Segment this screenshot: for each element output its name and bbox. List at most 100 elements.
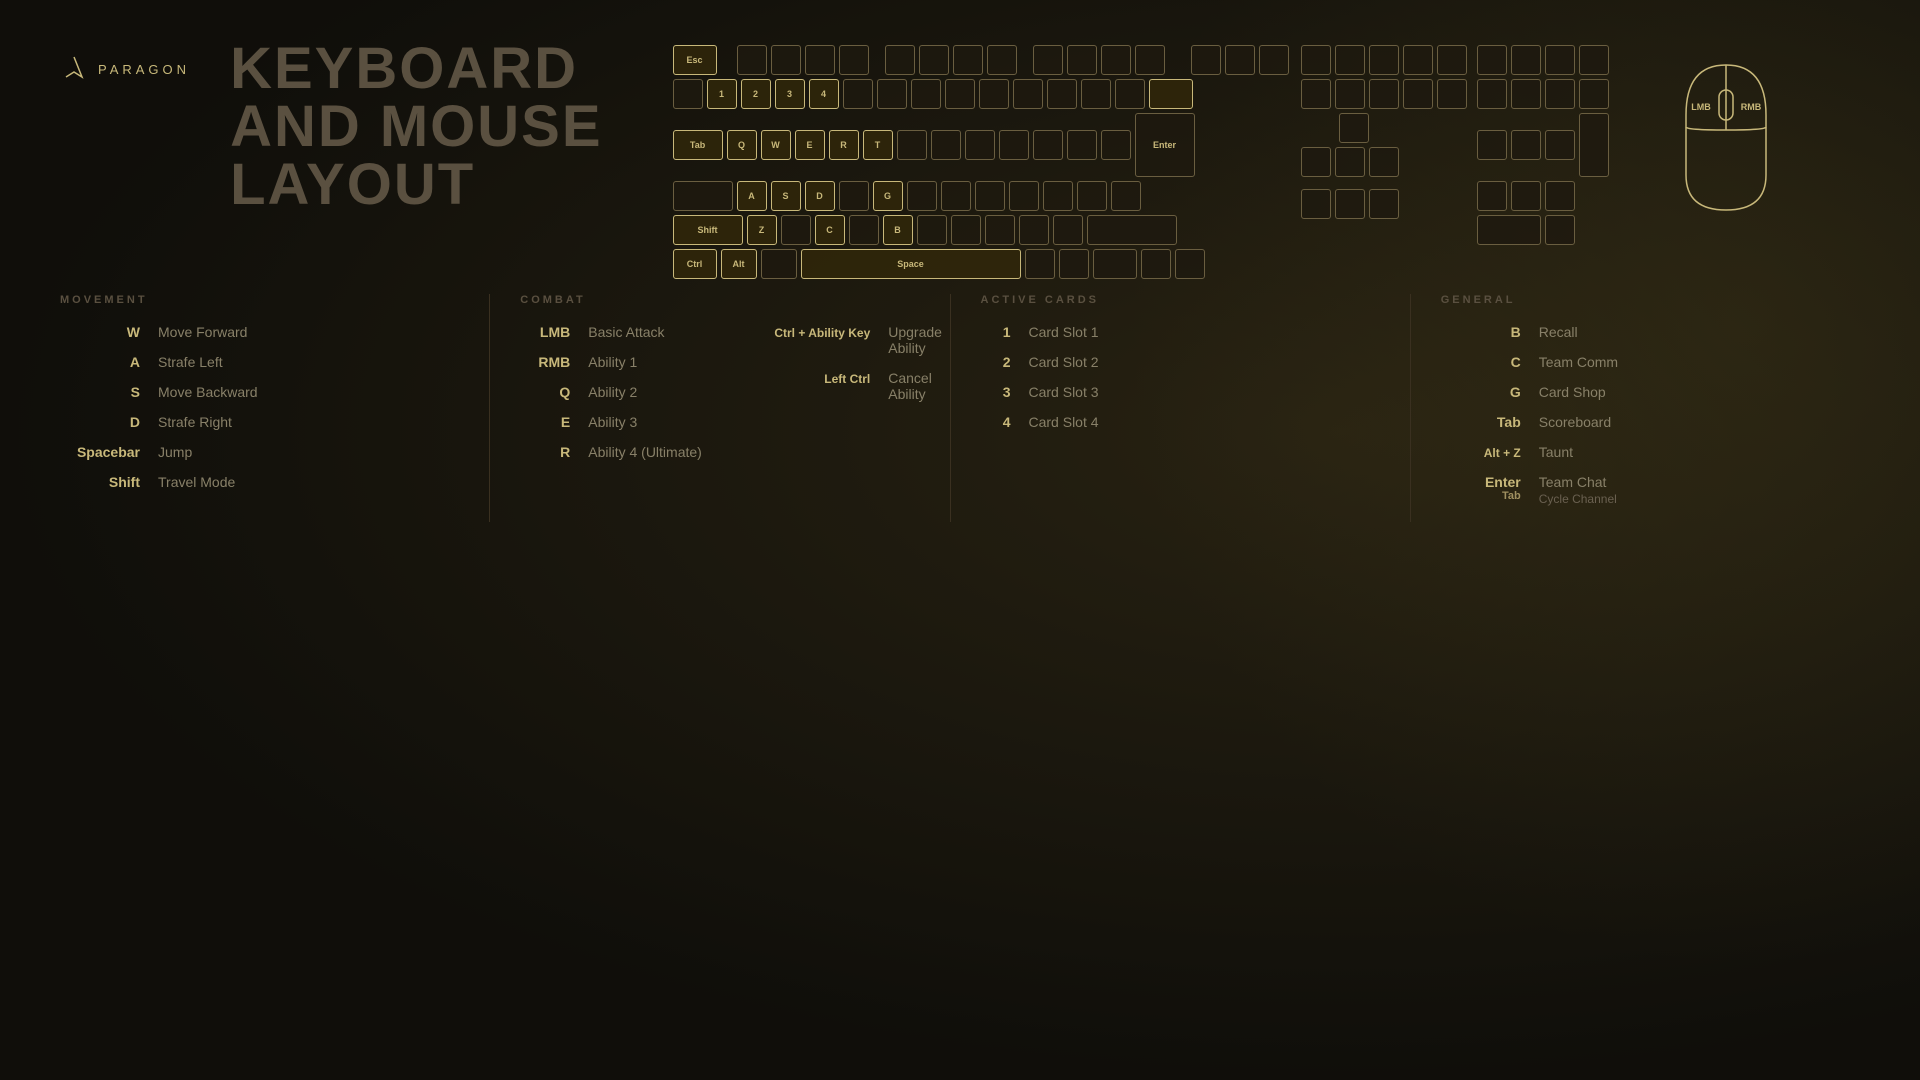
active-cards-title: ACTIVE CARDS (981, 294, 1380, 306)
general-title: GENERAL (1441, 294, 1840, 306)
binding-row: D Strafe Right (60, 414, 459, 430)
key-shift: Shift (673, 215, 743, 245)
binding-key-secondary: Tab (1441, 490, 1521, 502)
key-backspace (1149, 79, 1193, 109)
active-cards-section: ACTIVE CARDS 1 Card Slot 1 2 Card Slot 2… (961, 294, 1400, 522)
key-b: B (883, 215, 913, 245)
binding-action: Card Slot 3 (1029, 384, 1099, 400)
key-z: Z (747, 215, 777, 245)
binding-key: Ctrl + Ability Key (740, 326, 870, 340)
binding-row: S Move Backward (60, 384, 459, 400)
movement-section: MOVEMENT W Move Forward A Strafe Left S … (60, 294, 479, 522)
binding-key: G (1441, 384, 1521, 400)
binding-action: Card Slot 1 (1029, 324, 1099, 340)
key-t: T (863, 130, 893, 160)
binding-row: 3 Card Slot 3 (981, 384, 1380, 400)
key-d: D (805, 181, 835, 211)
binding-action: Basic Attack (588, 324, 664, 340)
key-alt: Alt (721, 249, 757, 279)
key-esc: Esc (673, 45, 717, 75)
binding-action: Ability 1 (588, 354, 637, 370)
key-4: 4 (809, 79, 839, 109)
binding-key: D (60, 414, 140, 430)
binding-key: 4 (981, 414, 1011, 430)
binding-action: Move Backward (158, 384, 258, 400)
binding-row: Spacebar Jump (60, 444, 459, 460)
svg-text:LMB: LMB (1691, 102, 1711, 112)
keyboard-diagram: Esc (673, 45, 1289, 279)
key-space: Space (801, 249, 1021, 279)
key-w: W (761, 130, 791, 160)
key-a: A (737, 181, 767, 211)
binding-action: Move Forward (158, 324, 247, 340)
binding-action: Scoreboard (1539, 414, 1611, 430)
binding-key: E (520, 414, 570, 430)
binding-action: Upgrade Ability (888, 324, 970, 356)
combat-section: COMBAT LMB Basic Attack RMB Ability 1 Q … (500, 294, 939, 522)
binding-key: C (1441, 354, 1521, 370)
binding-action: Cancel Ability (888, 370, 970, 402)
binding-row: Q Ability 2 (520, 384, 710, 400)
page-title: KEYBOARDAND MOUSELAYOUT (230, 40, 602, 214)
binding-action: Card Slot 4 (1029, 414, 1099, 430)
binding-action: Team Comm (1539, 354, 1618, 370)
binding-action-secondary: Cycle Channel (1539, 492, 1617, 506)
binding-key: Tab (1441, 414, 1521, 430)
binding-row: Alt + Z Taunt (1441, 444, 1840, 460)
logo-text: PARAGON (98, 62, 190, 77)
binding-row: A Strafe Left (60, 354, 459, 370)
binding-row: C Team Comm (1441, 354, 1840, 370)
binding-key: Q (520, 384, 570, 400)
binding-action: Ability 3 (588, 414, 637, 430)
binding-action: Card Slot 2 (1029, 354, 1099, 370)
binding-row: Tab Scoreboard (1441, 414, 1840, 430)
combat-title: COMBAT (520, 294, 919, 306)
binding-row: Shift Travel Mode (60, 474, 459, 490)
section-divider (950, 294, 951, 522)
key-tab: Tab (673, 130, 723, 160)
binding-row: Ctrl + Ability Key Upgrade Ability (740, 324, 970, 356)
binding-row: RMB Ability 1 (520, 354, 710, 370)
binding-key: W (60, 324, 140, 340)
binding-action: Strafe Right (158, 414, 232, 430)
binding-action-primary: Team Chat (1539, 474, 1617, 490)
binding-key: RMB (520, 354, 570, 370)
movement-title: MOVEMENT (60, 294, 459, 306)
key-3: 3 (775, 79, 805, 109)
paragon-logo-icon (60, 55, 88, 83)
binding-key: S (60, 384, 140, 400)
key-q: Q (727, 130, 757, 160)
binding-key: R (520, 444, 570, 460)
binding-key: 3 (981, 384, 1011, 400)
section-divider (1410, 294, 1411, 522)
binding-key: LMB (520, 324, 570, 340)
binding-key: Shift (60, 474, 140, 490)
binding-action: Card Shop (1539, 384, 1606, 400)
section-divider (489, 294, 490, 522)
key-r: R (829, 130, 859, 160)
key-g: G (873, 181, 903, 211)
binding-row: LMB Basic Attack (520, 324, 710, 340)
key-enter: Enter (1135, 113, 1195, 177)
binding-row: 1 Card Slot 1 (981, 324, 1380, 340)
general-section: GENERAL B Recall C Team Comm G Card Shop… (1421, 294, 1860, 522)
key-ctrl: Ctrl (673, 249, 717, 279)
binding-row: G Card Shop (1441, 384, 1840, 400)
key-1: 1 (707, 79, 737, 109)
binding-key: 2 (981, 354, 1011, 370)
binding-key: Left Ctrl (740, 372, 870, 386)
binding-key: 1 (981, 324, 1011, 340)
key-s: S (771, 181, 801, 211)
binding-key: Spacebar (60, 444, 140, 460)
binding-key: Alt + Z (1441, 446, 1521, 460)
binding-row: W Move Forward (60, 324, 459, 340)
binding-key: A (60, 354, 140, 370)
binding-action: Ability 2 (588, 384, 637, 400)
binding-row: 4 Card Slot 4 (981, 414, 1380, 430)
binding-action: Jump (158, 444, 192, 460)
logo: PARAGON (60, 55, 190, 83)
key-e: E (795, 130, 825, 160)
binding-action: Taunt (1539, 444, 1573, 460)
key-2: 2 (741, 79, 771, 109)
binding-key: B (1441, 324, 1521, 340)
